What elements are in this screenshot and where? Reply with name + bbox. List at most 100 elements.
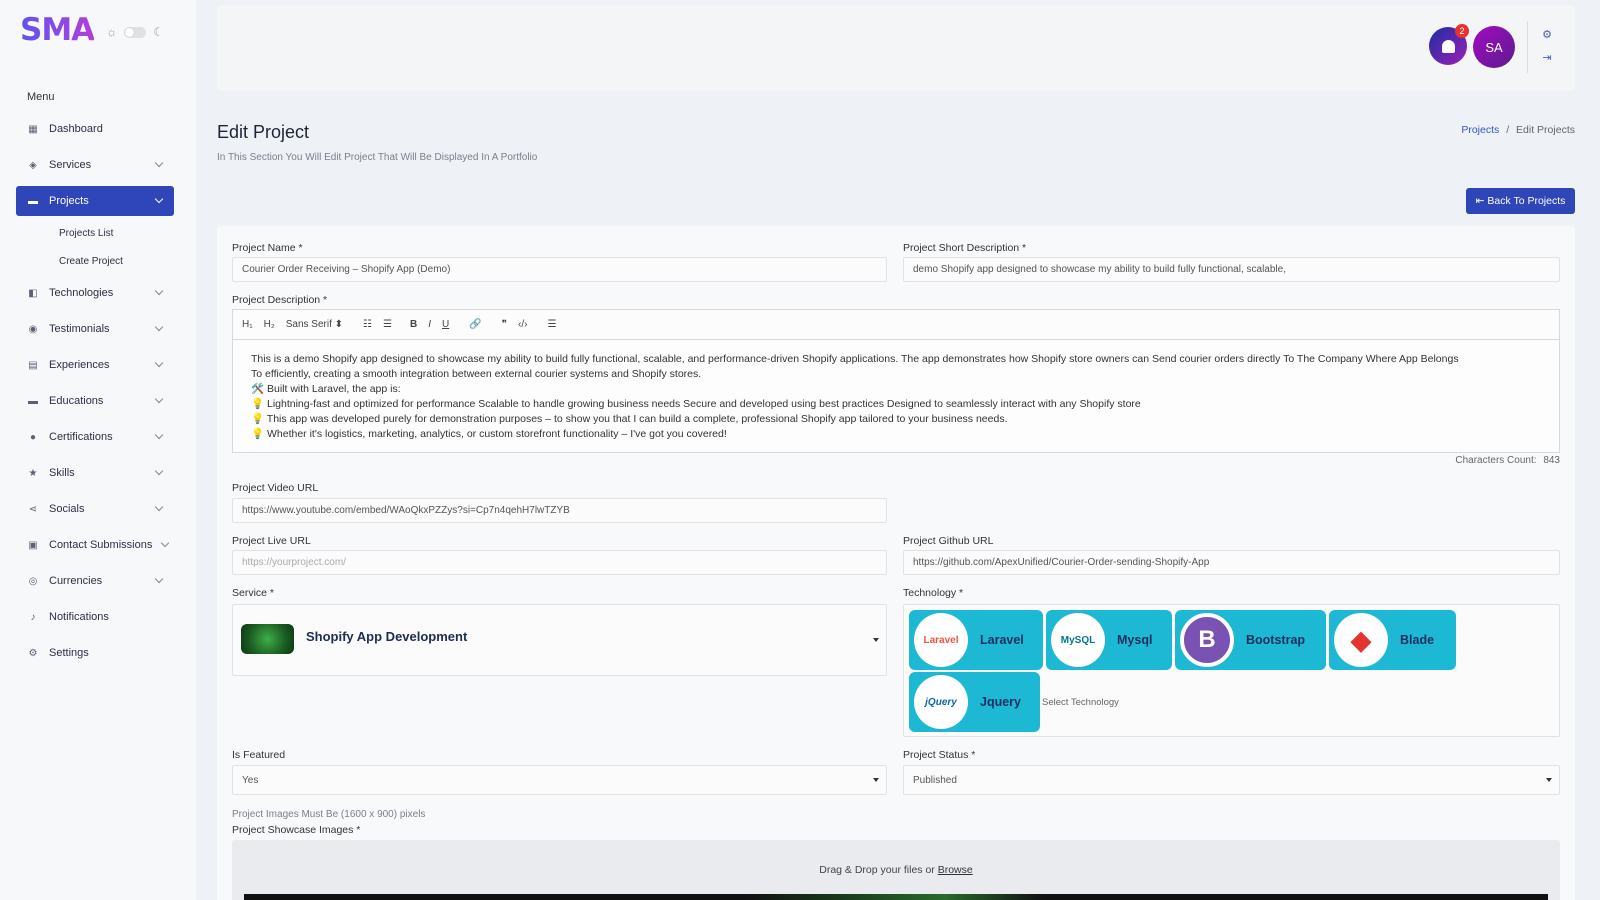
chevron-down-icon	[154, 574, 164, 584]
breadcrumb: Projects / Edit Projects	[1461, 124, 1575, 136]
tech-chip-label: Mysql	[1117, 633, 1153, 647]
dropzone-text: Drag & Drop your files or Browse	[232, 864, 1560, 876]
link-button[interactable]: 🔗	[469, 319, 481, 330]
gear-icon[interactable]: ⚙	[1540, 27, 1554, 41]
sidebar-item-testimonials[interactable]: ◉ Testimonials	[16, 314, 174, 344]
tech-chip-laravel[interactable]: Laravel Laravel	[909, 610, 1043, 670]
tech-chip-label: Bootstrap	[1246, 633, 1306, 647]
browse-link[interactable]: Browse	[938, 864, 973, 876]
blade-logo-icon: ◆	[1334, 613, 1388, 667]
sidebar-item-contact-submissions[interactable]: ▣ Contact Submissions	[16, 530, 174, 560]
caret-down-icon	[873, 778, 879, 782]
sidebar-item-notifications[interactable]: ♪ Notifications	[16, 602, 174, 632]
featured-select[interactable]: Yes	[232, 765, 887, 795]
theme-toggle[interactable]: ☼ ☾	[106, 25, 164, 39]
status-select[interactable]: Published	[903, 765, 1560, 795]
code-button[interactable]: ‹/›	[518, 319, 527, 330]
tech-chip-label: Jquery	[980, 695, 1021, 709]
chevron-down-icon	[154, 322, 164, 332]
heading1-button[interactable]: H₁	[242, 319, 253, 330]
featured-selected-value: Yes	[242, 774, 259, 786]
status-selected-value: Published	[913, 774, 957, 786]
notifications-button[interactable]: 2	[1429, 24, 1469, 65]
video-url-label: Project Video URL	[232, 482, 319, 494]
sidebar-item-label: Technologies	[49, 287, 114, 299]
bold-button[interactable]: B	[410, 319, 417, 330]
ordered-list-button[interactable]: ☷	[363, 319, 372, 330]
sidebar-item-currencies[interactable]: ◎ Currencies	[16, 566, 174, 596]
sidebar-item-label: Settings	[49, 647, 89, 659]
sidebar-item-skills[interactable]: ★ Skills	[16, 458, 174, 488]
share-icon: ⋖	[28, 503, 38, 515]
badge-icon: ●	[29, 431, 37, 443]
sidebar-item-projects[interactable]: ▬ Projects	[16, 186, 174, 216]
align-button[interactable]: ☰	[548, 319, 557, 330]
theme-switch[interactable]	[124, 26, 147, 38]
sidebar-nav: ▦ Dashboard ◈ Services ▬ Projects Projects …	[16, 114, 174, 674]
page-title: Edit Project	[217, 122, 310, 142]
sidebar-item-educations[interactable]: ▬ Educations	[16, 386, 174, 416]
sidebar-item-services[interactable]: ◈ Services	[16, 150, 174, 180]
mysql-logo-icon: MySQL	[1051, 613, 1105, 667]
notification-badge: 2	[1455, 24, 1469, 38]
service-thumbnail	[241, 624, 294, 654]
sidebar-item-experiences[interactable]: ▤ Experiences	[16, 350, 174, 380]
tech-chip-blade[interactable]: ◆ Blade	[1329, 610, 1456, 670]
sidebar-item-certifications[interactable]: ● Certifications	[16, 422, 174, 452]
inbox-icon: ▣	[28, 539, 38, 551]
sidebar-item-technologies[interactable]: ◧ Technologies	[16, 278, 174, 308]
technology-label: Technology *	[903, 587, 964, 599]
sidebar-item-label: Skills	[49, 467, 75, 479]
laravel-logo-icon: Laravel	[914, 613, 968, 667]
service-select[interactable]: Shopify App Development	[232, 604, 887, 676]
breadcrumb-projects-link[interactable]: Projects	[1461, 124, 1499, 136]
technology-multiselect[interactable]: Laravel Laravel MySQL Mysql B Bootstrap …	[903, 604, 1560, 737]
chevron-down-icon	[154, 466, 164, 476]
sidebar-subitem-projects-list[interactable]: Projects List	[16, 222, 174, 244]
gear-icon: ⚙	[28, 647, 38, 659]
file-dropzone[interactable]: Drag & Drop your files or Browse	[232, 840, 1560, 900]
brand: SMA ☼ ☾	[20, 12, 164, 48]
sidebar-subitem-create-project[interactable]: Create Project	[16, 250, 174, 272]
tech-chip-mysql[interactable]: MySQL Mysql	[1046, 610, 1172, 670]
sidebar-item-socials[interactable]: ⋖ Socials	[16, 494, 174, 524]
sidebar-item-label: Socials	[49, 503, 85, 515]
sidebar-item-label: Dashboard	[49, 123, 103, 135]
logout-icon[interactable]: ⇥	[1540, 50, 1554, 64]
layers-icon: ◧	[28, 287, 38, 299]
tech-chip-jquery[interactable]: jQuery Jquery	[909, 672, 1040, 732]
chevron-down-icon	[154, 158, 164, 168]
underline-button[interactable]: U	[442, 319, 449, 330]
chevron-down-icon	[154, 394, 164, 404]
sidebar-item-dashboard[interactable]: ▦ Dashboard	[16, 114, 174, 144]
status-label: Project Status *	[903, 749, 976, 761]
live-url-input[interactable]: https://yourproject.com/	[232, 550, 887, 575]
description-label: Project Description *	[232, 294, 328, 306]
video-url-input[interactable]: https://www.youtube.com/embed/WAoQkxPZZy…	[232, 498, 887, 523]
github-url-input[interactable]: https://github.com/ApexUnified/Courier-O…	[903, 550, 1560, 575]
heading2-button[interactable]: H₂	[264, 319, 275, 330]
back-button-label: Back To Projects	[1487, 195, 1566, 207]
bullet-list-button[interactable]: ☰	[383, 319, 392, 330]
moon-icon: ☾	[153, 25, 164, 39]
back-arrow-icon: ⇤	[1475, 195, 1485, 207]
project-name-input[interactable]: Courier Order Receiving – Shopify App (D…	[232, 257, 887, 282]
back-to-projects-button[interactable]: ⇤ Back To Projects	[1466, 188, 1575, 214]
chevron-down-icon	[154, 502, 164, 512]
sidebar: SMA ☼ ☾ Menu ▦ Dashboard ◈ Services ▬ Proje…	[0, 0, 196, 900]
technology-select-placeholder[interactable]: Select Technology	[1042, 697, 1119, 708]
description-editor[interactable]: This is a demo Shopify app designed to s…	[232, 339, 1560, 453]
logo[interactable]: SMA	[20, 12, 95, 48]
font-select[interactable]: Sans Serif ⬍	[286, 319, 343, 330]
short-description-input[interactable]: demo Shopify app designed to showcase my…	[903, 257, 1560, 282]
quote-button[interactable]: ❞	[502, 319, 507, 330]
breadcrumb-current: Edit Projects	[1516, 124, 1575, 136]
tech-chip-bootstrap[interactable]: B Bootstrap	[1175, 610, 1326, 670]
menu-heading: Menu	[27, 91, 55, 103]
divider	[1527, 21, 1528, 73]
avatar[interactable]: SA	[1473, 26, 1515, 68]
italic-button[interactable]: I	[428, 319, 431, 330]
github-url-label: Project Github URL	[903, 535, 994, 547]
sidebar-item-settings[interactable]: ⚙ Settings	[16, 638, 174, 668]
sidebar-item-label: Services	[49, 159, 92, 171]
